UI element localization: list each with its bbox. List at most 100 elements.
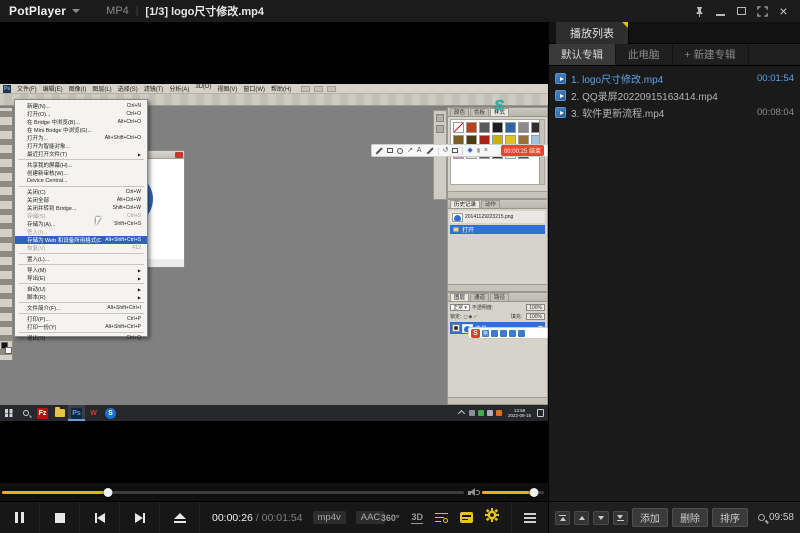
volume-thumb[interactable] <box>530 488 539 497</box>
video-surface[interactable]: Ps 文件(F)编辑(E)图像(I)图层(L)选择(S)滤镜(T)分析(A)3D… <box>0 22 548 483</box>
stop-icon <box>55 513 65 523</box>
search-icon[interactable] <box>758 514 765 521</box>
menu-burger-icon[interactable] <box>524 513 536 523</box>
fill-label: 填充: <box>511 313 522 320</box>
ps-file-menu-item: 打开为智能对象... <box>15 142 147 150</box>
ps-menu-item: 视图(V) <box>217 84 237 93</box>
media-title: [1/3] logo尺寸修改.mp4 <box>145 3 264 19</box>
snapshot-thumbnail <box>452 213 463 222</box>
menu-separator <box>15 331 147 334</box>
ps-menu-item: 图像(I) <box>69 84 87 93</box>
brush-icon <box>426 147 433 154</box>
qq-recorder-toolbar: ↗A↺◆× 00:00:25 结束 <box>371 144 548 157</box>
styles-footer <box>448 191 547 198</box>
move-top-button[interactable] <box>555 511 570 525</box>
settings-gear-icon[interactable] <box>485 508 499 527</box>
sort-button[interactable]: 排序 <box>712 508 748 527</box>
maximize-icon[interactable] <box>735 5 748 18</box>
ps-file-menu-item: 打印(P)...Ctrl+P <box>15 315 147 323</box>
tab-playlist[interactable]: 播放列表 <box>556 22 628 44</box>
app-menu-button[interactable]: PotPlayer <box>9 4 66 18</box>
media-file-icon <box>555 73 566 84</box>
menu-separator <box>15 252 147 255</box>
ps-file-menu-item: 创建新审核(W)... <box>15 169 147 177</box>
recording-timer-badge: 00:00:25 结束 <box>501 145 544 156</box>
volume-slider[interactable] <box>482 491 544 494</box>
seek-bar[interactable] <box>2 491 464 494</box>
minimize-icon[interactable] <box>714 5 727 18</box>
view-360-button[interactable]: 360° <box>381 513 400 523</box>
ps-file-menu-item: 打开(O)...Ctrl+O <box>15 110 147 118</box>
ps-menu-item: 3D(D) <box>195 84 211 93</box>
clock-display: 09:58 <box>769 512 794 523</box>
ps-menubar: Ps 文件(F)编辑(E)图像(I)图层(L)选择(S)滤镜(T)分析(A)3D… <box>0 84 548 94</box>
previous-button[interactable] <box>80 502 120 533</box>
delete-button[interactable]: 删除 <box>672 508 708 527</box>
trash-icon <box>452 148 458 153</box>
menu-separator <box>15 263 147 266</box>
seek-thumb[interactable] <box>104 488 113 497</box>
tray-icon <box>496 410 502 416</box>
search-icon <box>17 405 34 421</box>
chevron-down-icon[interactable] <box>72 9 80 13</box>
ps-logo: Ps <box>3 85 11 93</box>
opacity-value: 100% <box>526 304 545 311</box>
ps-menu-item: 选择(S) <box>118 84 138 93</box>
doc-close-icon <box>175 152 183 158</box>
fullscreen-icon[interactable] <box>756 5 769 18</box>
tab-color: 颜色 <box>450 108 469 116</box>
tab-actions: 动作 <box>481 200 500 208</box>
separator <box>462 147 463 155</box>
ps-toolbox-icons <box>0 108 13 360</box>
open-eject-button[interactable] <box>160 502 200 533</box>
eye-icon <box>452 324 460 332</box>
playlist-search-icon[interactable] <box>435 513 448 523</box>
subtitle-panel-icon[interactable] <box>460 512 473 523</box>
ps-file-menu-item: 存储为 Web 和设备所用格式(D)...Alt+Shift+Ctrl+S <box>15 236 147 244</box>
history-step-label: 打开 <box>462 225 474 234</box>
playlist-item[interactable]: 3. 软件更新流程.mp400:08:04 <box>549 104 800 121</box>
tab-new-album[interactable]: + 新建专辑 <box>673 44 749 65</box>
tab-swatches: 色板 <box>470 108 489 116</box>
tab-paths: 路径 <box>490 293 509 301</box>
lock-row: 锁定: ◻◆✓ 填充: 100% <box>450 313 545 320</box>
volume-icon[interactable] <box>468 488 480 497</box>
snapshot-filename: 20141129223215.png <box>465 214 513 220</box>
ps-file-menu-item: 自动(U)▶ <box>15 285 147 293</box>
sogou-mic-icon <box>500 330 507 337</box>
move-up-button[interactable] <box>574 511 589 525</box>
ps-file-menu-item: 置入(L)... <box>15 255 147 263</box>
history-step-row: 打开 <box>450 225 545 234</box>
recorded-taskbar: FzPsWS 13:58 2022-09-15 <box>0 405 548 421</box>
ps-menu-item: 滤镜(T) <box>144 84 164 93</box>
next-button[interactable] <box>120 502 160 533</box>
move-down-button[interactable] <box>593 511 608 525</box>
tab-this-pc[interactable]: 此电脑 <box>616 44 673 65</box>
history-snapshot-row: 20141129223215.png <box>450 211 545 223</box>
ps-color-chips <box>1 342 13 356</box>
move-bottom-button[interactable] <box>613 511 628 525</box>
ps-file-menu-item: 关闭全部Alt+Ctrl+W <box>15 196 147 204</box>
menu-separator <box>15 301 147 304</box>
format-badge: MP4 <box>106 5 129 17</box>
ps-file-menu-item: 签入(I)... <box>15 228 147 236</box>
filezilla-icon: Fz <box>34 405 51 421</box>
pin-icon[interactable] <box>693 5 706 18</box>
tab-default-album[interactable]: 默认专辑 <box>549 44 616 65</box>
playlist-item[interactable]: 1. logo尺寸修改.mp400:01:54 <box>549 70 800 87</box>
time-display: 00:00:26 / 00:01:54 <box>212 512 303 524</box>
stop-button[interactable] <box>40 502 80 533</box>
playlist-item[interactable]: 2. QQ录屏20220915163414.mp4 <box>549 87 800 104</box>
layers-tabs: 图层 通道 路径 <box>448 293 547 302</box>
ps-menu-item: 帮助(H) <box>271 84 291 93</box>
sogou-keyboard-icon <box>509 330 516 337</box>
pause-button[interactable] <box>0 502 40 533</box>
open-step-icon <box>453 227 459 232</box>
close-icon[interactable]: × <box>777 5 790 18</box>
ps-file-menu-item: 存储(S)Ctrl+S <box>15 212 147 220</box>
view-3d-button[interactable]: 3D <box>411 512 423 524</box>
ps-file-menu-item: 新建(N)...Ctrl+N <box>15 102 147 110</box>
separator <box>438 147 439 155</box>
add-button[interactable]: 添加 <box>632 508 668 527</box>
recorded-screen: Ps 文件(F)编辑(E)图像(I)图层(L)选择(S)滤镜(T)分析(A)3D… <box>0 84 548 421</box>
